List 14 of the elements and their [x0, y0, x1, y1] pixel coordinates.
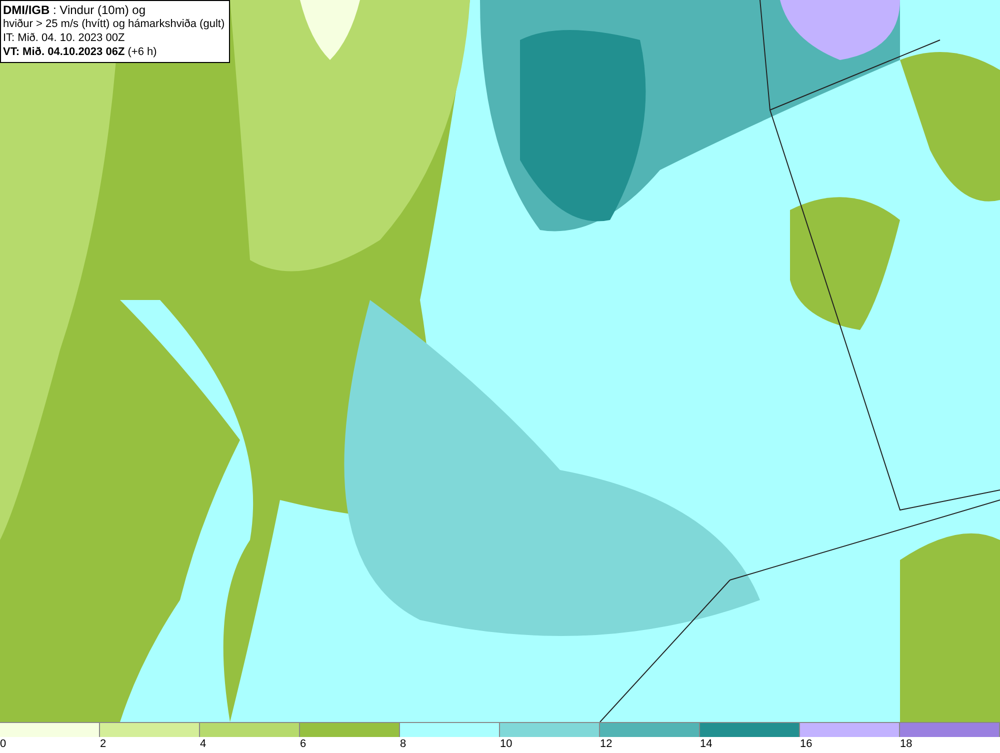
- info-line: VT: Mið. 04.10.2023 06Z (+6 h): [3, 45, 158, 59]
- legend-label: 6: [300, 737, 306, 750]
- legend-label: 0: [0, 737, 6, 750]
- legend-label: 18: [900, 737, 912, 750]
- legend-label: 4: [200, 737, 206, 750]
- legend-label: 10: [500, 737, 512, 750]
- info-line: hviður > 25 m/s (hvítt) og hámarkshviða (gult): [3, 17, 225, 31]
- legend-label: 8: [400, 737, 406, 750]
- info-line: IT: Mið. 04. 10. 2023 00Z: [3, 31, 126, 45]
- legend-label: 12: [600, 737, 612, 750]
- legend-label: 16: [800, 737, 812, 750]
- info-line: DMI/IGB : Vindur (10m) og: [3, 3, 146, 17]
- legend-label: 14: [700, 737, 712, 750]
- legend-label: 2: [100, 737, 106, 750]
